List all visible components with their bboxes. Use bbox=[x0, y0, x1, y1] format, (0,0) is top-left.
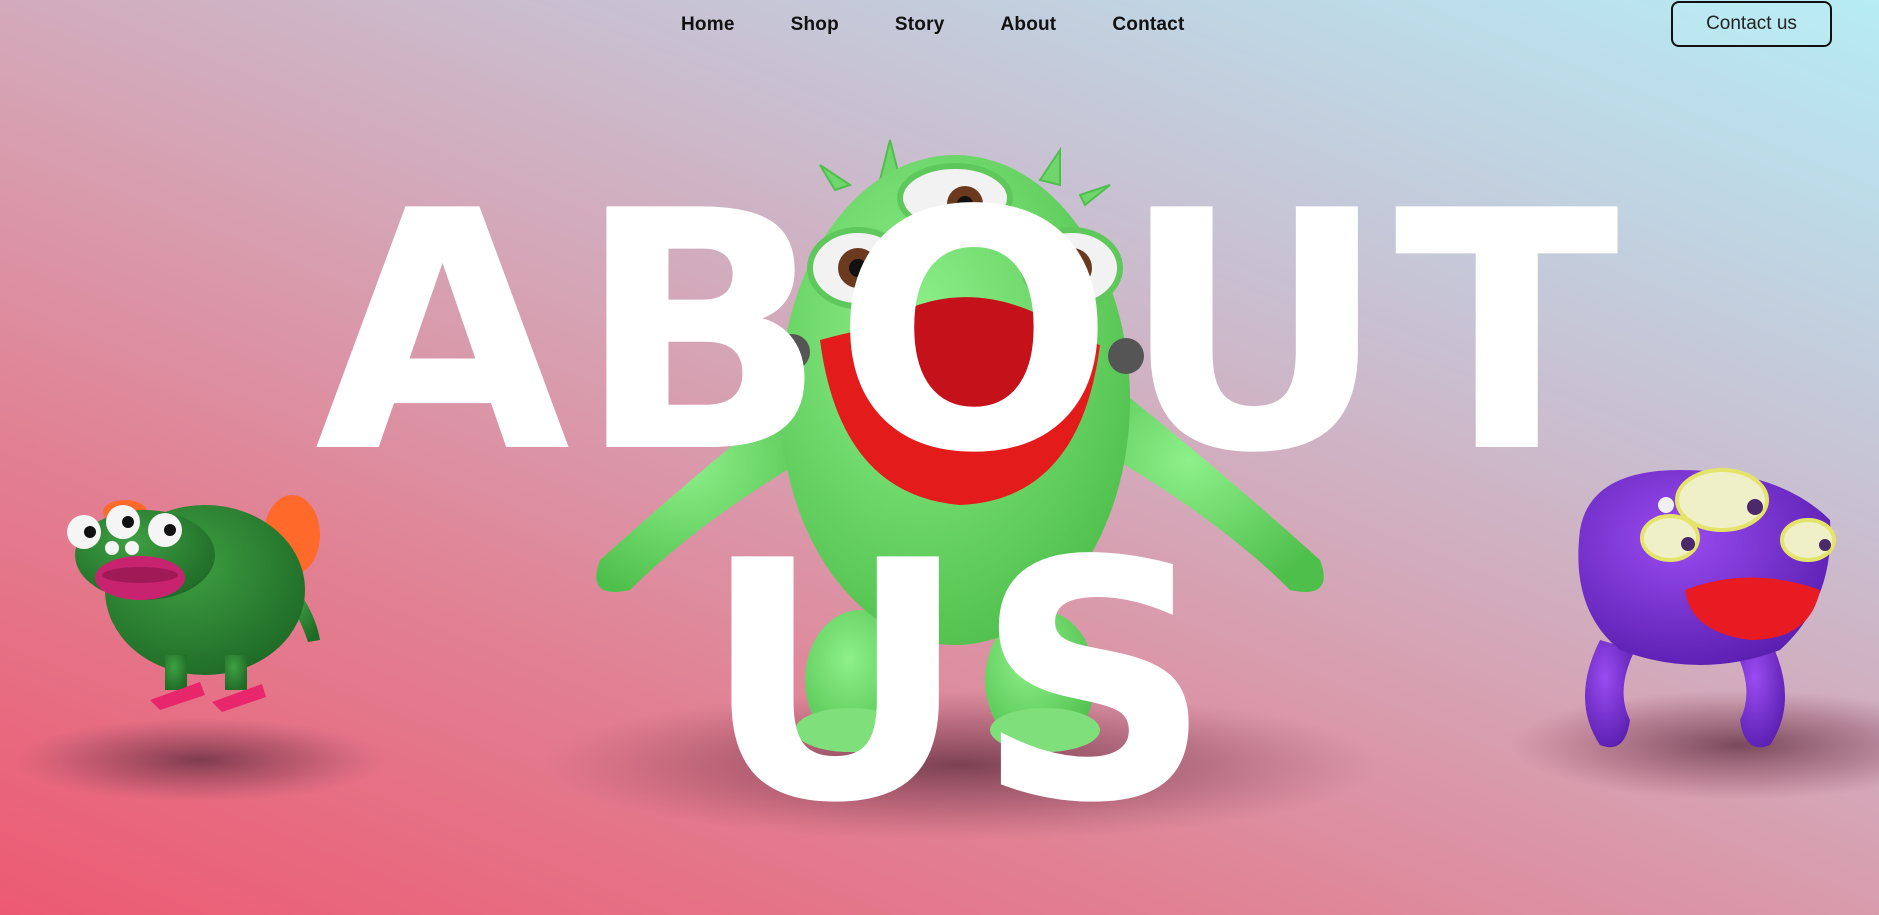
shadow-right bbox=[1510, 690, 1879, 800]
shadow-center bbox=[540, 690, 1380, 840]
hero-scene bbox=[15, 139, 1879, 840]
center-monster bbox=[596, 139, 1324, 752]
left-monster bbox=[67, 495, 320, 712]
shadow-left bbox=[15, 718, 385, 802]
